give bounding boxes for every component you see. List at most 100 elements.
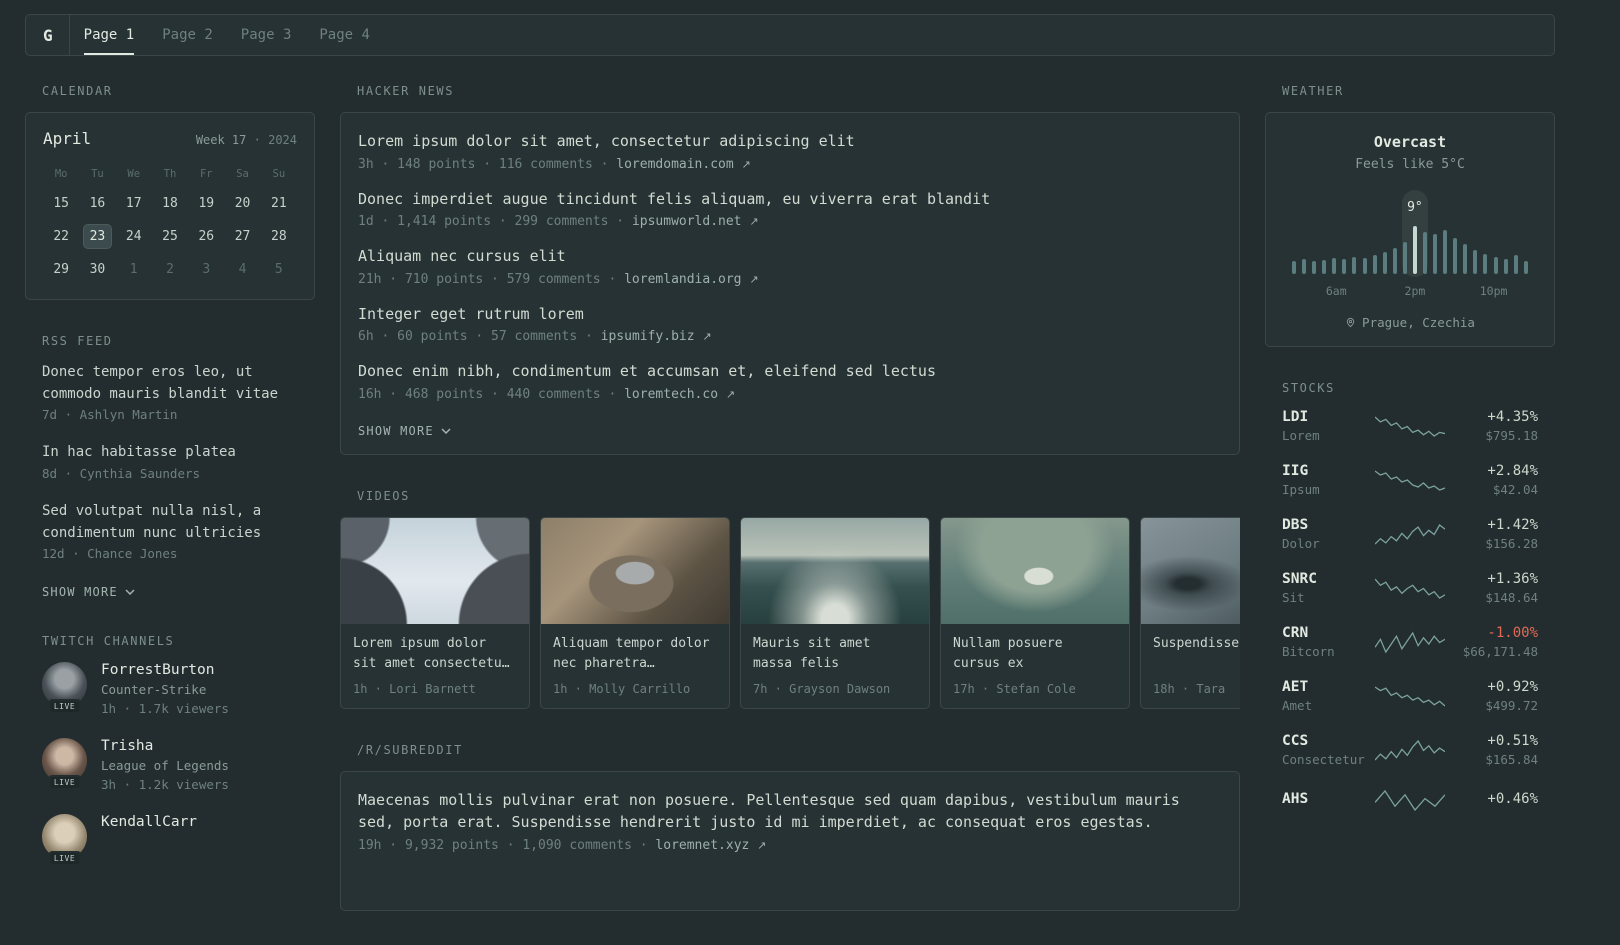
calendar-day[interactable]: 4 — [233, 258, 253, 281]
video-card[interactable]: Lorem ipsum dolor sit amet consectetu… 1… — [340, 516, 530, 709]
news-item-domain-link[interactable]: loremdomain.com ↗ — [616, 157, 750, 172]
page-tab[interactable]: Page 3 — [227, 15, 306, 55]
rss-show-more-button[interactable]: SHOW MORE — [42, 585, 135, 599]
video-card[interactable]: Aliquam tempor dolor nec pharetra… 1h · … — [540, 516, 730, 709]
news-item-domain-link[interactable]: ipsumworld.net ↗ — [632, 214, 759, 229]
rss-item-title[interactable]: Donec tempor eros leo, ut commodo mauris… — [42, 362, 298, 405]
calendar-day[interactable]: 2 — [160, 258, 180, 281]
news-item-title[interactable]: Integer eget rutrum lorem — [358, 303, 1222, 326]
twitch-widget: TWITCH CHANNELS LIVE ForrestBurton Count… — [25, 634, 315, 867]
video-card[interactable]: Nullam posuere cursus ex 17h · Stefan Co… — [940, 516, 1130, 709]
live-badge: LIVE — [47, 775, 82, 791]
page-tab[interactable]: Page 4 — [305, 15, 384, 55]
top-navigation: G Page 1 Page 2 Page 3 Page 4 — [25, 14, 1555, 56]
calendar-day[interactable]: 26 — [192, 225, 220, 248]
twitch-channel[interactable]: LIVE ForrestBurton Counter-Strike 1h · 1… — [42, 662, 298, 716]
page-tab[interactable]: Page 1 — [70, 15, 149, 55]
news-item-domain-link[interactable]: ipsumify.biz ↗ — [601, 329, 712, 344]
calendar-day[interactable]: 18 — [156, 192, 184, 215]
calendar-day-number: 16 — [89, 196, 106, 211]
reddit-post-domain-link[interactable]: loremnet.xyz ↗ — [655, 838, 766, 853]
calendar-day-number: 22 — [53, 229, 69, 244]
news-item-title[interactable]: Donec enim nibh, condimentum et accumsan… — [358, 360, 1222, 383]
channel-game: League of Legends — [101, 758, 229, 774]
calendar-day[interactable]: 21 — [265, 192, 293, 215]
weather-bar — [1513, 255, 1518, 274]
stock-row[interactable]: AET Amet +0.92% $499.72 — [1282, 679, 1538, 713]
calendar-day[interactable]: 15 — [47, 192, 75, 215]
calendar-day[interactable]: 16 — [84, 192, 112, 215]
calendar-day[interactable]: 1 — [124, 258, 144, 281]
stock-row[interactable]: LDI Lorem +4.35% $795.18 — [1282, 409, 1538, 443]
stock-change: +0.46% — [1487, 790, 1538, 807]
weather-bar — [1302, 259, 1307, 274]
video-card-body: Lorem ipsum dolor sit amet consectetu… 1… — [341, 624, 529, 708]
twitch-channel[interactable]: LIVE KendallCarr — [42, 814, 298, 867]
stock-row[interactable]: CRN Bitcorn -1.00% $66,171.48 — [1282, 625, 1538, 659]
stock-price: $66,171.48 — [1462, 644, 1538, 659]
app-logo[interactable]: G — [43, 26, 53, 45]
calendar-day[interactable]: 23 — [83, 225, 112, 248]
calendar-day[interactable]: 3 — [196, 258, 216, 281]
news-item-domain-link[interactable]: loremlandia.org ↗ — [624, 272, 758, 287]
day-of-week-label: Mo — [54, 168, 68, 180]
rss-item-title[interactable]: In hac habitasse platea — [42, 442, 298, 464]
rss-item-title[interactable]: Sed volutpat nulla nisl, a condimentum n… — [42, 501, 298, 544]
avatar: LIVE — [42, 738, 87, 791]
left-column: CALENDAR April Week 17 · 2024 Mo Tu We Th Fr… — [25, 84, 315, 893]
stock-name: Bitcorn — [1282, 644, 1335, 659]
weather-bar — [1332, 258, 1337, 274]
calendar-day[interactable]: 20 — [229, 192, 257, 215]
day-of-week-label: Th — [163, 168, 177, 180]
video-title[interactable]: Aliquam tempor dolor nec pharetra… — [553, 634, 717, 674]
weather-time-label: 6am — [1325, 284, 1347, 298]
stock-row[interactable]: SNRC Sit +1.36% $148.64 — [1282, 571, 1538, 605]
stock-change: +1.36% — [1487, 571, 1538, 587]
calendar-day[interactable]: 28 — [265, 225, 293, 248]
day-of-week-label: We — [127, 168, 141, 180]
video-title[interactable]: Mauris sit amet massa felis — [753, 634, 917, 674]
calendar-day[interactable]: 17 — [120, 192, 148, 215]
weather-bar — [1312, 261, 1317, 274]
news-item-meta: 16h · 468 points · 440 comments · loremt… — [358, 387, 1222, 402]
video-meta: 7h · Grayson Dawson — [753, 681, 891, 696]
calendar-day[interactable]: 27 — [229, 225, 257, 248]
news-item-title[interactable]: Lorem ipsum dolor sit amet, consectetur … — [358, 130, 1222, 153]
calendar-day[interactable]: 5 — [269, 258, 289, 281]
news-item-domain: loremlandia.org — [624, 271, 742, 287]
calendar-day[interactable]: 19 — [192, 192, 220, 215]
video-thumbnail[interactable] — [1141, 517, 1240, 624]
video-card[interactable]: Suspendisse diam 18h · Tara — [1140, 516, 1240, 709]
live-badge: LIVE — [47, 699, 82, 715]
stock-row[interactable]: IIG Ipsum +2.84% $42.04 — [1282, 463, 1538, 497]
hacker-news-show-more-button[interactable]: SHOW MORE — [358, 424, 451, 438]
video-thumbnail[interactable] — [541, 517, 729, 624]
stock-row[interactable]: DBS Dolor +1.42% $156.28 — [1282, 517, 1538, 551]
video-card[interactable]: Mauris sit amet massa felis 7h · Grayson… — [740, 516, 930, 709]
video-thumbnail[interactable] — [941, 517, 1129, 624]
video-title[interactable]: Suspendisse diam — [1153, 634, 1240, 674]
rss-item-meta: 8d · Cynthia Saunders — [42, 466, 201, 482]
show-more-label: SHOW MORE — [358, 423, 434, 438]
calendar-day[interactable]: 25 — [156, 225, 184, 248]
video-title[interactable]: Nullam posuere cursus ex — [953, 634, 1117, 674]
video-thumbnail[interactable] — [341, 517, 529, 624]
stock-row[interactable]: AHS +0.46% — [1282, 787, 1538, 813]
reddit-post-domain: loremnet.xyz — [655, 837, 750, 853]
calendar-day-number: 2 — [166, 262, 174, 277]
reddit-post-title[interactable]: Maecenas mollis pulvinar erat non posuer… — [358, 789, 1222, 834]
stock-row[interactable]: CCS Consectetur +0.51% $165.84 — [1282, 733, 1538, 767]
twitch-channel[interactable]: LIVE Trisha League of Legends 3h · 1.2k … — [42, 738, 298, 792]
news-item-title[interactable]: Donec imperdiet augue tincidunt felis al… — [358, 188, 1222, 211]
calendar-day[interactable]: 22 — [47, 225, 75, 248]
news-item-domain: loremdomain.com — [616, 156, 734, 172]
calendar-day[interactable]: 30 — [84, 258, 112, 281]
calendar-day[interactable]: 24 — [120, 225, 148, 248]
stock-sparkline — [1375, 739, 1445, 761]
news-item-title[interactable]: Aliquam nec cursus elit — [358, 245, 1222, 268]
video-title[interactable]: Lorem ipsum dolor sit amet consectetu… — [353, 634, 517, 674]
news-item-domain-link[interactable]: loremtech.co ↗ — [624, 387, 735, 402]
video-thumbnail[interactable] — [741, 517, 929, 624]
page-tab[interactable]: Page 2 — [148, 15, 227, 55]
calendar-day[interactable]: 29 — [47, 258, 75, 281]
